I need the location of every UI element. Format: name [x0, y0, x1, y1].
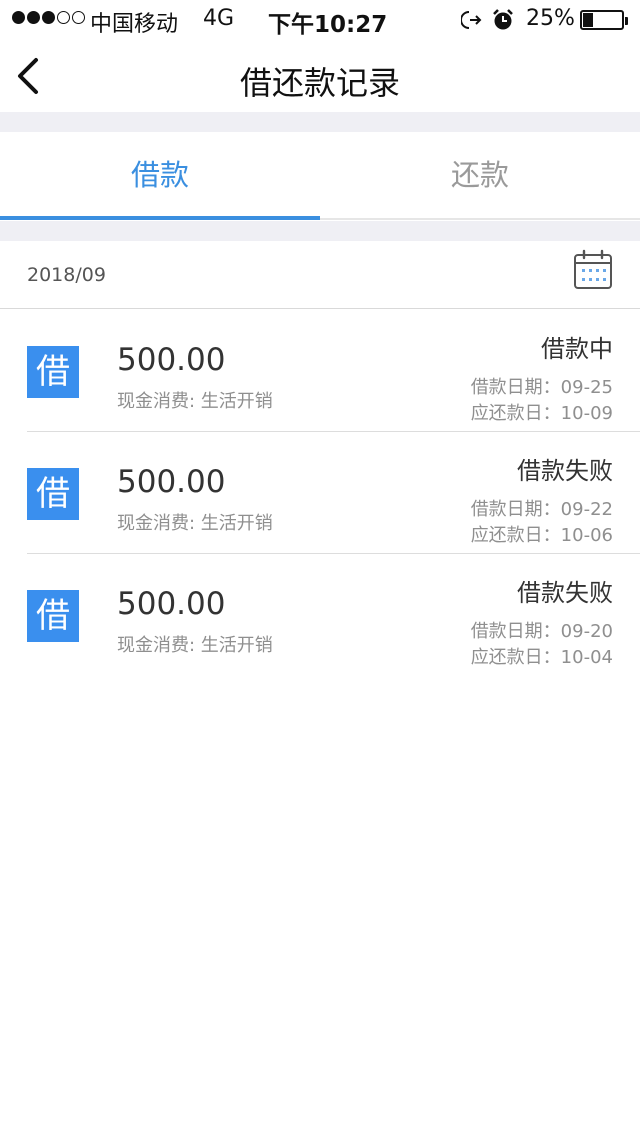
month-header: 2018/09: [0, 241, 640, 309]
tab-repay[interactable]: 还款: [320, 132, 640, 220]
tab-borrow[interactable]: 借款: [0, 132, 320, 220]
section-spacer: [0, 112, 640, 132]
loan-type-badge: 借: [27, 468, 79, 520]
loan-status: 借款失败: [517, 579, 613, 607]
loan-record-item[interactable]: 借 500.00 现金消费: 生活开销 借款中 借款日期：09-25 应还款日：…: [0, 310, 640, 432]
status-time: 下午10:27: [268, 12, 388, 38]
loan-record-item[interactable]: 借 500.00 现金消费: 生活开销 借款失败 借款日期：09-22 应还款日…: [0, 432, 640, 554]
loan-date: 借款日期：09-20: [470, 621, 613, 642]
battery-percentage: 25%: [526, 6, 575, 31]
network-type: 4G: [203, 6, 235, 31]
alarm-clock-icon: [493, 9, 513, 30]
loan-record-item[interactable]: 借 500.00 现金消费: 生活开销 借款失败 借款日期：09-20 应还款日…: [0, 554, 640, 676]
battery-icon: [580, 10, 628, 30]
loan-amount: 500.00: [117, 586, 226, 622]
loan-date: 借款日期：09-25: [470, 377, 613, 398]
loan-purpose: 现金消费: 生活开销: [117, 513, 273, 534]
loan-type-badge: 借: [27, 590, 79, 642]
loan-status: 借款中: [541, 335, 613, 363]
section-spacer: [0, 221, 640, 241]
orientation-lock-icon: [461, 11, 482, 29]
loan-date: 借款日期：09-22: [470, 499, 613, 520]
month-label: 2018/09: [27, 264, 106, 286]
due-date: 应还款日：10-04: [470, 647, 613, 668]
status-bar: 中国移动 4G 下午10:27 25%: [0, 0, 640, 40]
due-date: 应还款日：10-09: [470, 403, 613, 424]
loan-status: 借款失败: [517, 457, 613, 485]
tab-bar: 借款 还款: [0, 132, 640, 220]
signal-strength-icon: [12, 11, 85, 24]
loan-type-badge: 借: [27, 346, 79, 398]
active-tab-indicator: [0, 216, 320, 220]
loan-purpose: 现金消费: 生活开销: [117, 391, 273, 412]
page-title: 借还款记录: [239, 64, 400, 102]
loan-records-screen: 中国移动 4G 下午10:27 25% 借还款记录 借款 还款 2018/09 …: [0, 0, 640, 1136]
loan-amount: 500.00: [117, 464, 226, 500]
carrier-name: 中国移动: [90, 12, 179, 37]
loan-purpose: 现金消费: 生活开销: [117, 635, 273, 656]
calendar-icon[interactable]: [573, 249, 613, 291]
navigation-bar: 借还款记录: [0, 40, 640, 112]
due-date: 应还款日：10-06: [470, 525, 613, 546]
loan-amount: 500.00: [117, 342, 226, 378]
